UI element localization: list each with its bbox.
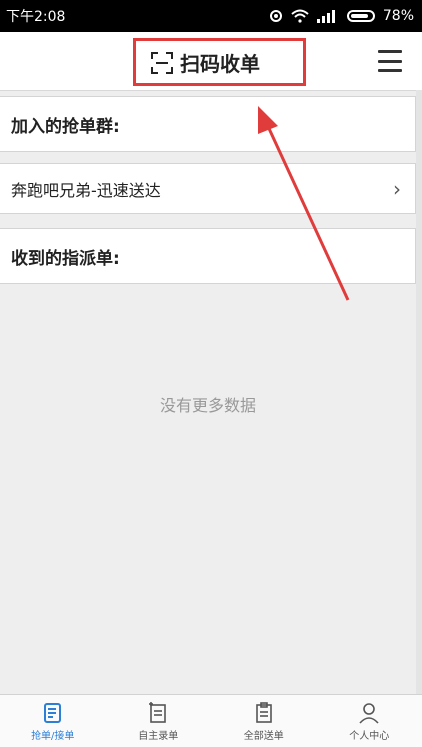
tab-label: 个人中心	[349, 727, 389, 742]
tab-label: 全部送单	[244, 727, 284, 742]
tab-self-entry[interactable]: 自主录单	[106, 695, 212, 747]
tab-all-deliveries[interactable]: 全部送单	[211, 695, 317, 747]
tab-label: 抢单/接单	[31, 727, 74, 742]
annotation-arrow	[0, 0, 422, 746]
bottom-tab-bar: 抢单/接单 自主录单 全部送单 个人中心	[0, 694, 422, 747]
order-grab-icon	[41, 701, 65, 725]
tab-grab-orders[interactable]: 抢单/接单	[0, 695, 106, 747]
clipboard-icon	[252, 701, 276, 725]
tab-profile[interactable]: 个人中心	[317, 695, 422, 747]
order-entry-icon	[146, 701, 170, 725]
person-icon	[357, 701, 381, 725]
tab-label: 自主录单	[138, 727, 178, 742]
